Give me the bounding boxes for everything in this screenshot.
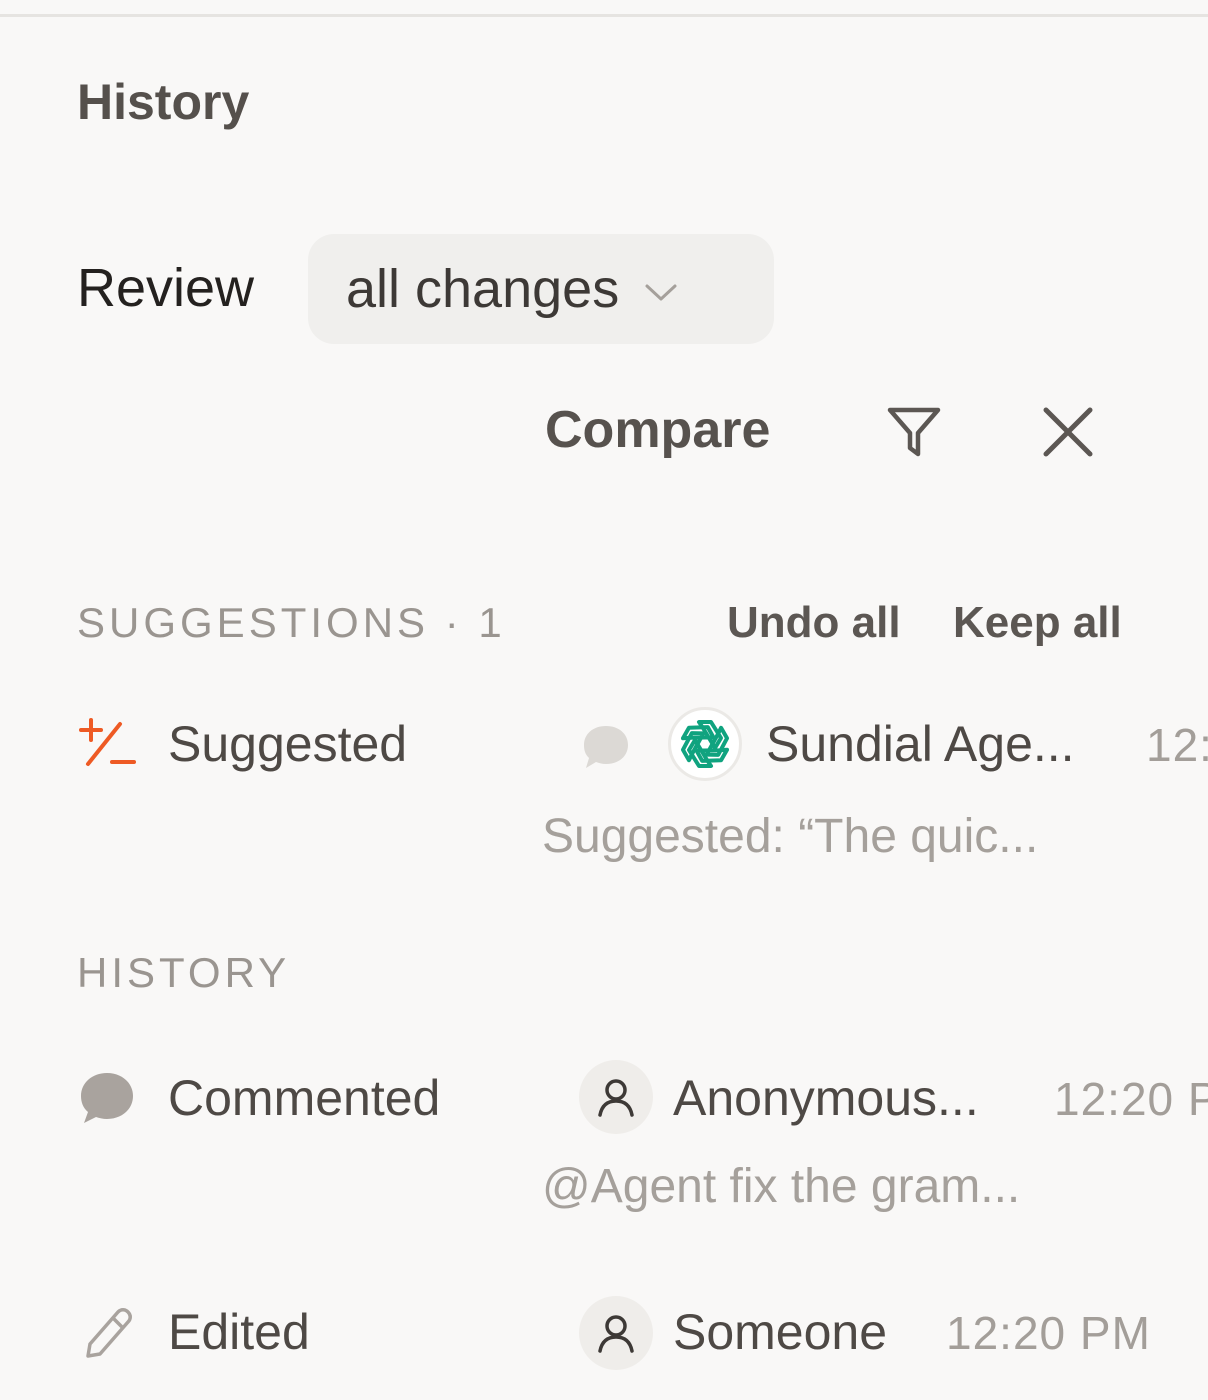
user-icon bbox=[598, 1079, 634, 1117]
undo-all-button[interactable]: Undo all bbox=[727, 596, 901, 650]
speech-bubble-icon bbox=[78, 1070, 136, 1131]
avatar bbox=[668, 707, 742, 781]
history-time: 12:20 P bbox=[1054, 1073, 1208, 1125]
suggestion-type: Suggested bbox=[168, 716, 408, 772]
speech-bubble-icon[interactable] bbox=[580, 722, 632, 777]
history-time: 12:20 PM bbox=[946, 1307, 1151, 1359]
plus-minus-icon bbox=[78, 718, 138, 773]
review-label: Review bbox=[77, 258, 255, 318]
history-author: Anonymous... bbox=[673, 1070, 979, 1126]
suggestions-header: SUGGESTIONS · 1 bbox=[77, 599, 506, 646]
review-filter-dropdown[interactable]: all changes bbox=[308, 234, 774, 344]
history-panel: History Review all changes Compare SUGGE… bbox=[0, 0, 1208, 1400]
close-icon bbox=[1043, 407, 1093, 457]
history-header: HISTORY bbox=[77, 949, 291, 996]
filter-icon bbox=[887, 407, 941, 457]
suggestion-author: Sundial Age... bbox=[766, 716, 1075, 772]
keep-all-button[interactable]: Keep all bbox=[953, 596, 1122, 650]
review-filter-value: all changes bbox=[346, 259, 620, 319]
history-type: Edited bbox=[168, 1304, 310, 1360]
compare-button[interactable]: Compare bbox=[545, 398, 770, 462]
pencil-icon bbox=[80, 1304, 134, 1367]
avatar bbox=[579, 1060, 653, 1134]
openai-logo-icon bbox=[680, 720, 730, 768]
panel-top-border bbox=[0, 14, 1208, 17]
chevron-down-icon bbox=[643, 280, 679, 304]
panel-title: History bbox=[77, 74, 250, 130]
history-summary: @Agent fix the gram... bbox=[542, 1160, 1021, 1213]
suggestion-summary: Suggested: “The quic... bbox=[542, 810, 1039, 863]
history-author: Someone bbox=[673, 1304, 888, 1360]
suggestion-time: 12: bbox=[1146, 719, 1208, 771]
avatar bbox=[579, 1296, 653, 1370]
filter-button[interactable] bbox=[884, 402, 944, 462]
history-type: Commented bbox=[168, 1070, 441, 1126]
close-button[interactable] bbox=[1038, 402, 1098, 462]
user-icon bbox=[598, 1315, 634, 1353]
